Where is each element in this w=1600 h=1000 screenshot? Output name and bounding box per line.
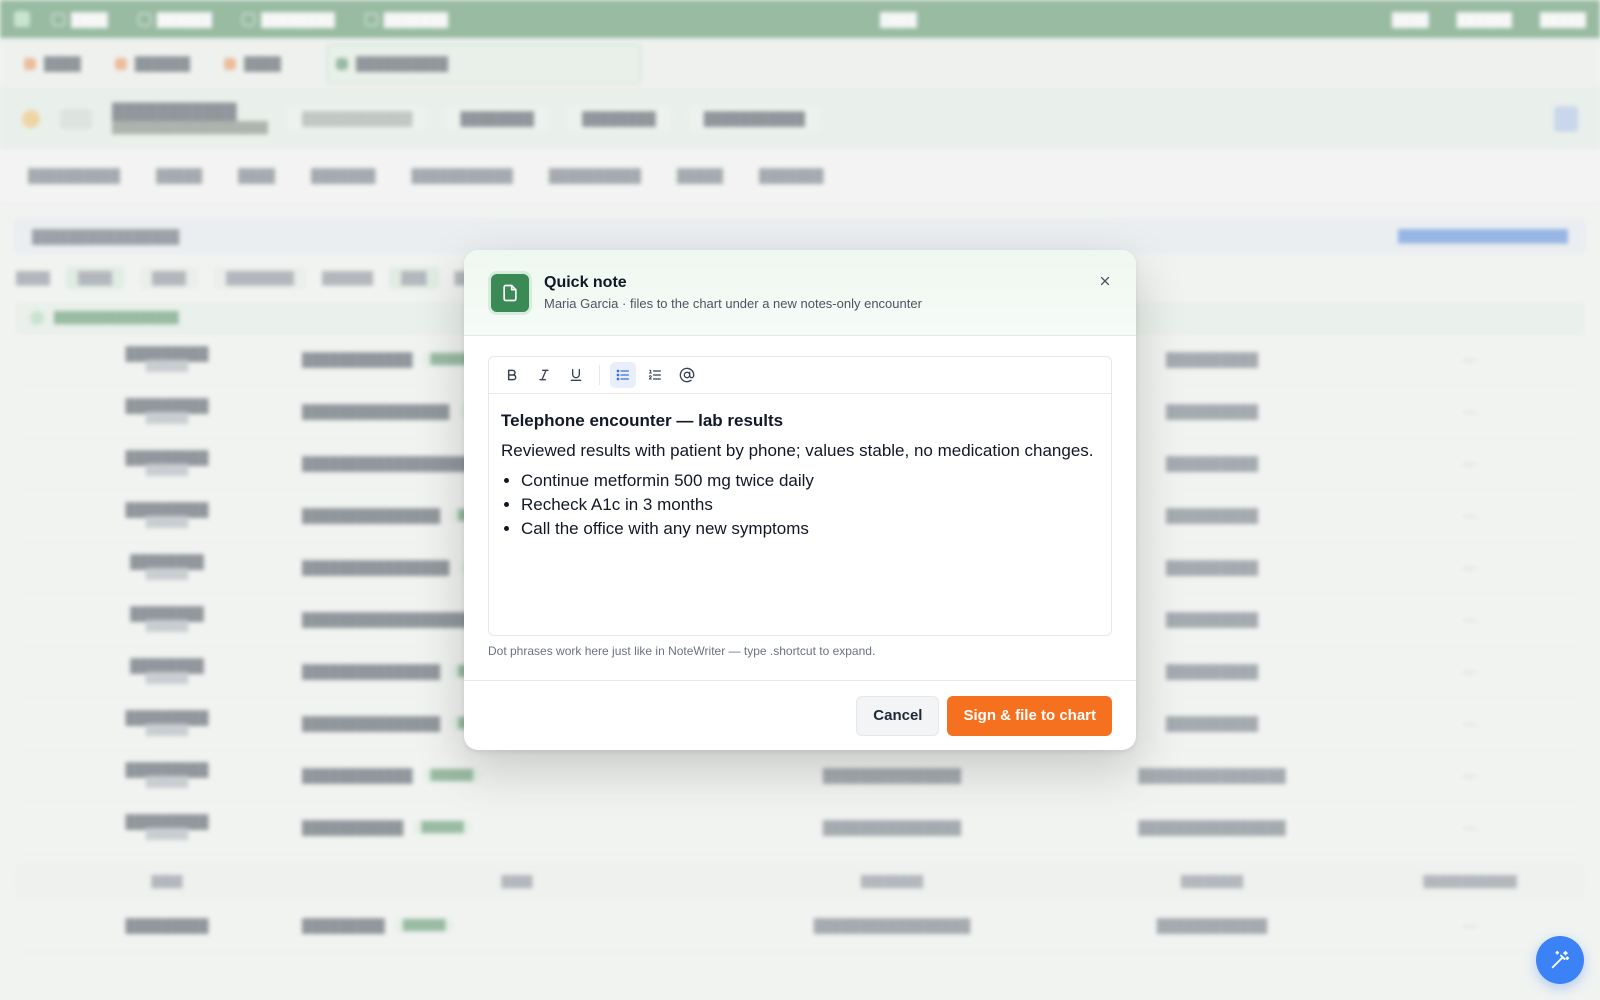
mention-button[interactable] xyxy=(674,362,700,388)
sign-and-file-button[interactable]: Sign & file to chart xyxy=(947,695,1112,736)
bulleted-list-button[interactable] xyxy=(610,362,636,388)
italic-button[interactable] xyxy=(531,362,557,388)
dot-phrase-hint: Dot phrases work here just like in NoteW… xyxy=(488,644,876,658)
dialog-title: Quick note xyxy=(544,274,627,291)
note-heading: Telephone encounter — lab results xyxy=(501,411,784,430)
note-paragraph: Reviewed results with patient by phone; … xyxy=(501,441,1094,461)
close-button[interactable] xyxy=(1094,270,1116,292)
italic-icon xyxy=(539,369,549,381)
dialog-subtitle: Maria Garcia · files to the chart under … xyxy=(544,296,922,311)
editor-toolbar xyxy=(489,357,1111,394)
underline-button[interactable] xyxy=(563,362,589,388)
close-icon xyxy=(1100,276,1110,286)
list-item: Continue metformin 500 mg twice daily xyxy=(521,469,1099,493)
dialog-footer: Cancel Sign & file to chart xyxy=(464,680,1136,750)
dialog-header: Quick note Maria Garcia · files to the c… xyxy=(464,250,1136,336)
underline-icon xyxy=(570,369,582,381)
numbered-list-icon xyxy=(648,369,661,380)
note-bullet-list: Continue metformin 500 mg twice daily Re… xyxy=(501,469,1099,541)
at-sign-icon xyxy=(679,367,695,383)
numbered-list-button[interactable] xyxy=(642,362,668,388)
document-icon xyxy=(488,270,532,315)
list-item: Call the office with any new symptoms xyxy=(521,517,1099,541)
note-editor: Telephone encounter — lab results Review… xyxy=(488,356,1112,636)
bold-icon xyxy=(507,369,517,381)
assistant-button[interactable] xyxy=(1536,936,1584,984)
quick-note-dialog: Quick note Maria Garcia · files to the c… xyxy=(464,250,1136,750)
cancel-button[interactable]: Cancel xyxy=(856,695,940,736)
toolbar-divider xyxy=(599,365,600,385)
note-content[interactable]: Telephone encounter — lab results Review… xyxy=(489,394,1111,555)
list-item: Recheck A1c in 3 months xyxy=(521,493,1099,517)
bullet-list-icon xyxy=(616,369,629,381)
bold-button[interactable] xyxy=(499,362,525,388)
magic-wand-icon xyxy=(1551,950,1570,969)
